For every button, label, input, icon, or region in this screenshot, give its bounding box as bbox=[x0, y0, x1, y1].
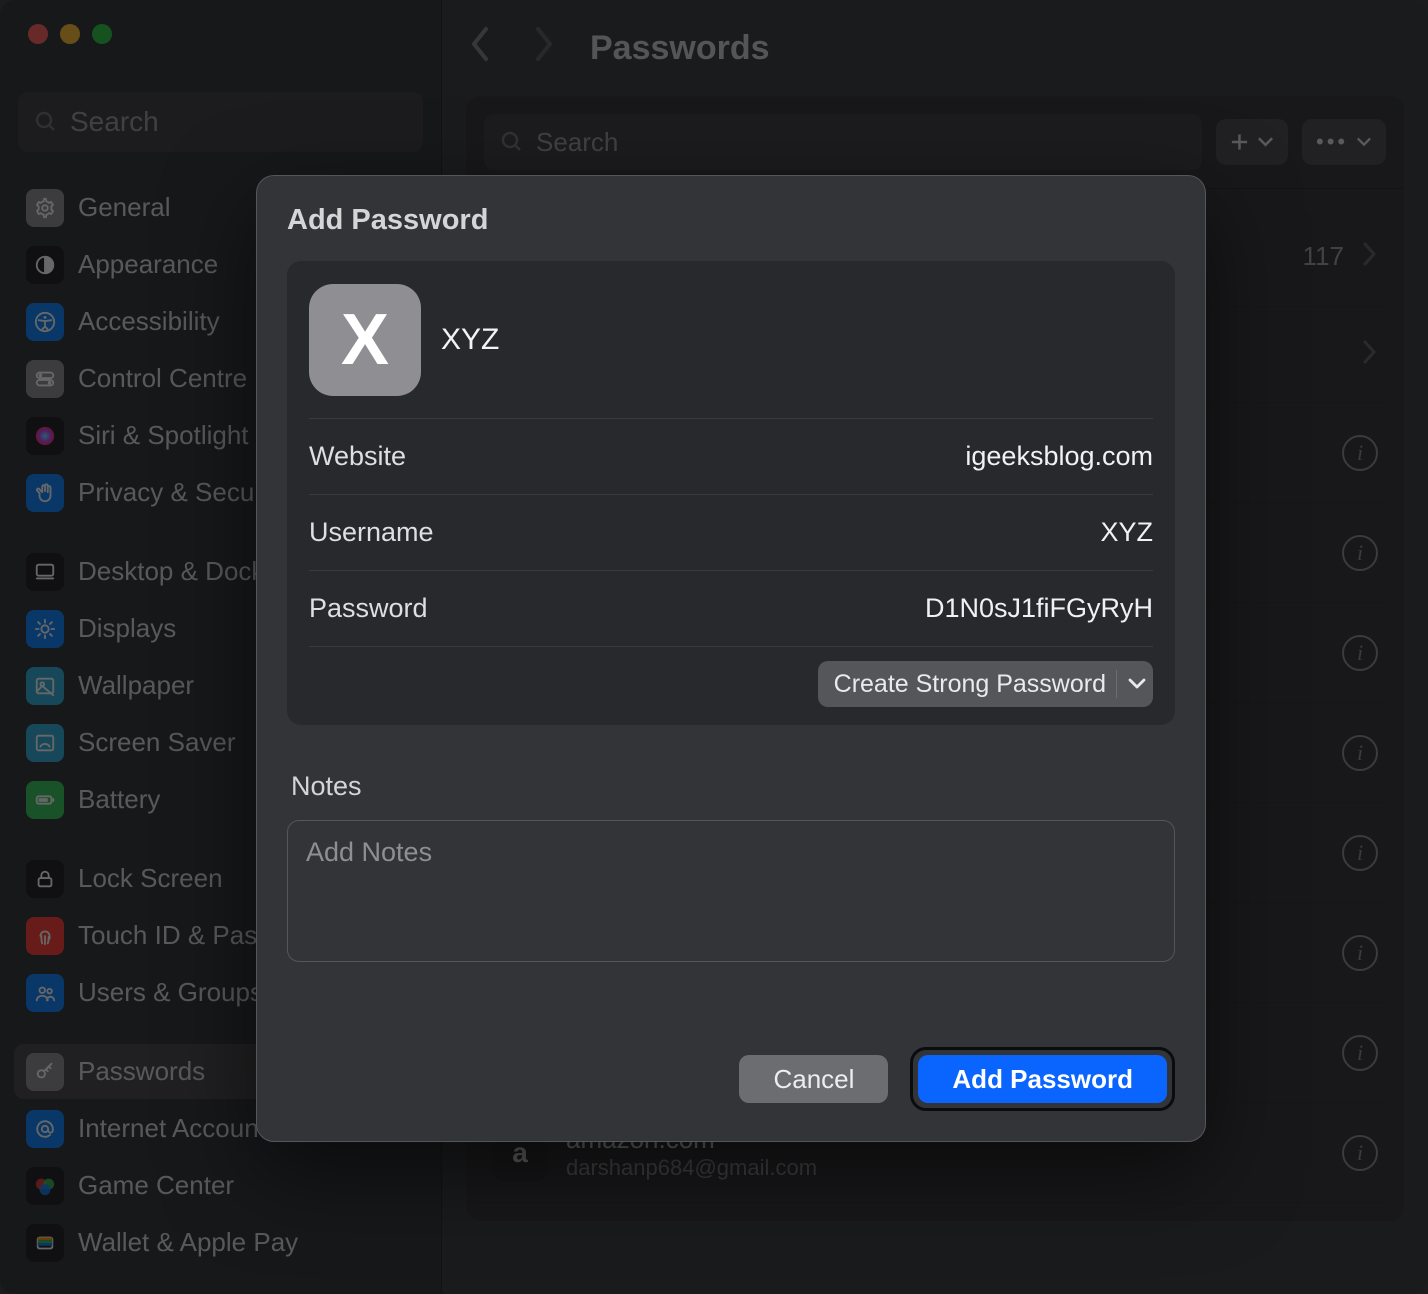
cancel-button[interactable]: Cancel bbox=[739, 1055, 888, 1103]
password-row[interactable]: Password D1N0sJ1fiFGyRyH bbox=[309, 571, 1153, 647]
username-label: Username bbox=[309, 517, 1100, 548]
notes-placeholder: Add Notes bbox=[306, 837, 432, 867]
create-strong-password-button[interactable]: Create Strong Password bbox=[818, 661, 1153, 707]
username-value: XYZ bbox=[1100, 517, 1153, 548]
password-fields-panel: X XYZ Website igeeksblog.com Username XY… bbox=[287, 261, 1175, 725]
notes-input[interactable]: Add Notes bbox=[287, 820, 1175, 962]
add-password-button-label: Add Password bbox=[952, 1064, 1133, 1095]
create-strong-password-label: Create Strong Password bbox=[834, 670, 1106, 699]
site-name: XYZ bbox=[441, 323, 499, 357]
website-row[interactable]: Website igeeksblog.com bbox=[309, 419, 1153, 495]
site-avatar-letter: X bbox=[341, 299, 389, 381]
cancel-button-label: Cancel bbox=[773, 1064, 854, 1095]
modal-title: Add Password bbox=[287, 204, 1175, 237]
add-password-button-highlight: Add Password bbox=[910, 1047, 1175, 1111]
password-value: D1N0sJ1fiFGyRyH bbox=[925, 593, 1153, 624]
site-avatar: X bbox=[309, 284, 421, 396]
notes-label: Notes bbox=[291, 771, 1175, 802]
chevron-down-icon bbox=[1127, 677, 1147, 691]
website-value: igeeksblog.com bbox=[965, 441, 1153, 472]
website-label: Website bbox=[309, 441, 965, 472]
add-password-modal: Add Password X XYZ Website igeeksblog.co… bbox=[256, 175, 1206, 1142]
add-password-button[interactable]: Add Password bbox=[918, 1055, 1167, 1103]
password-label: Password bbox=[309, 593, 925, 624]
username-row[interactable]: Username XYZ bbox=[309, 495, 1153, 571]
